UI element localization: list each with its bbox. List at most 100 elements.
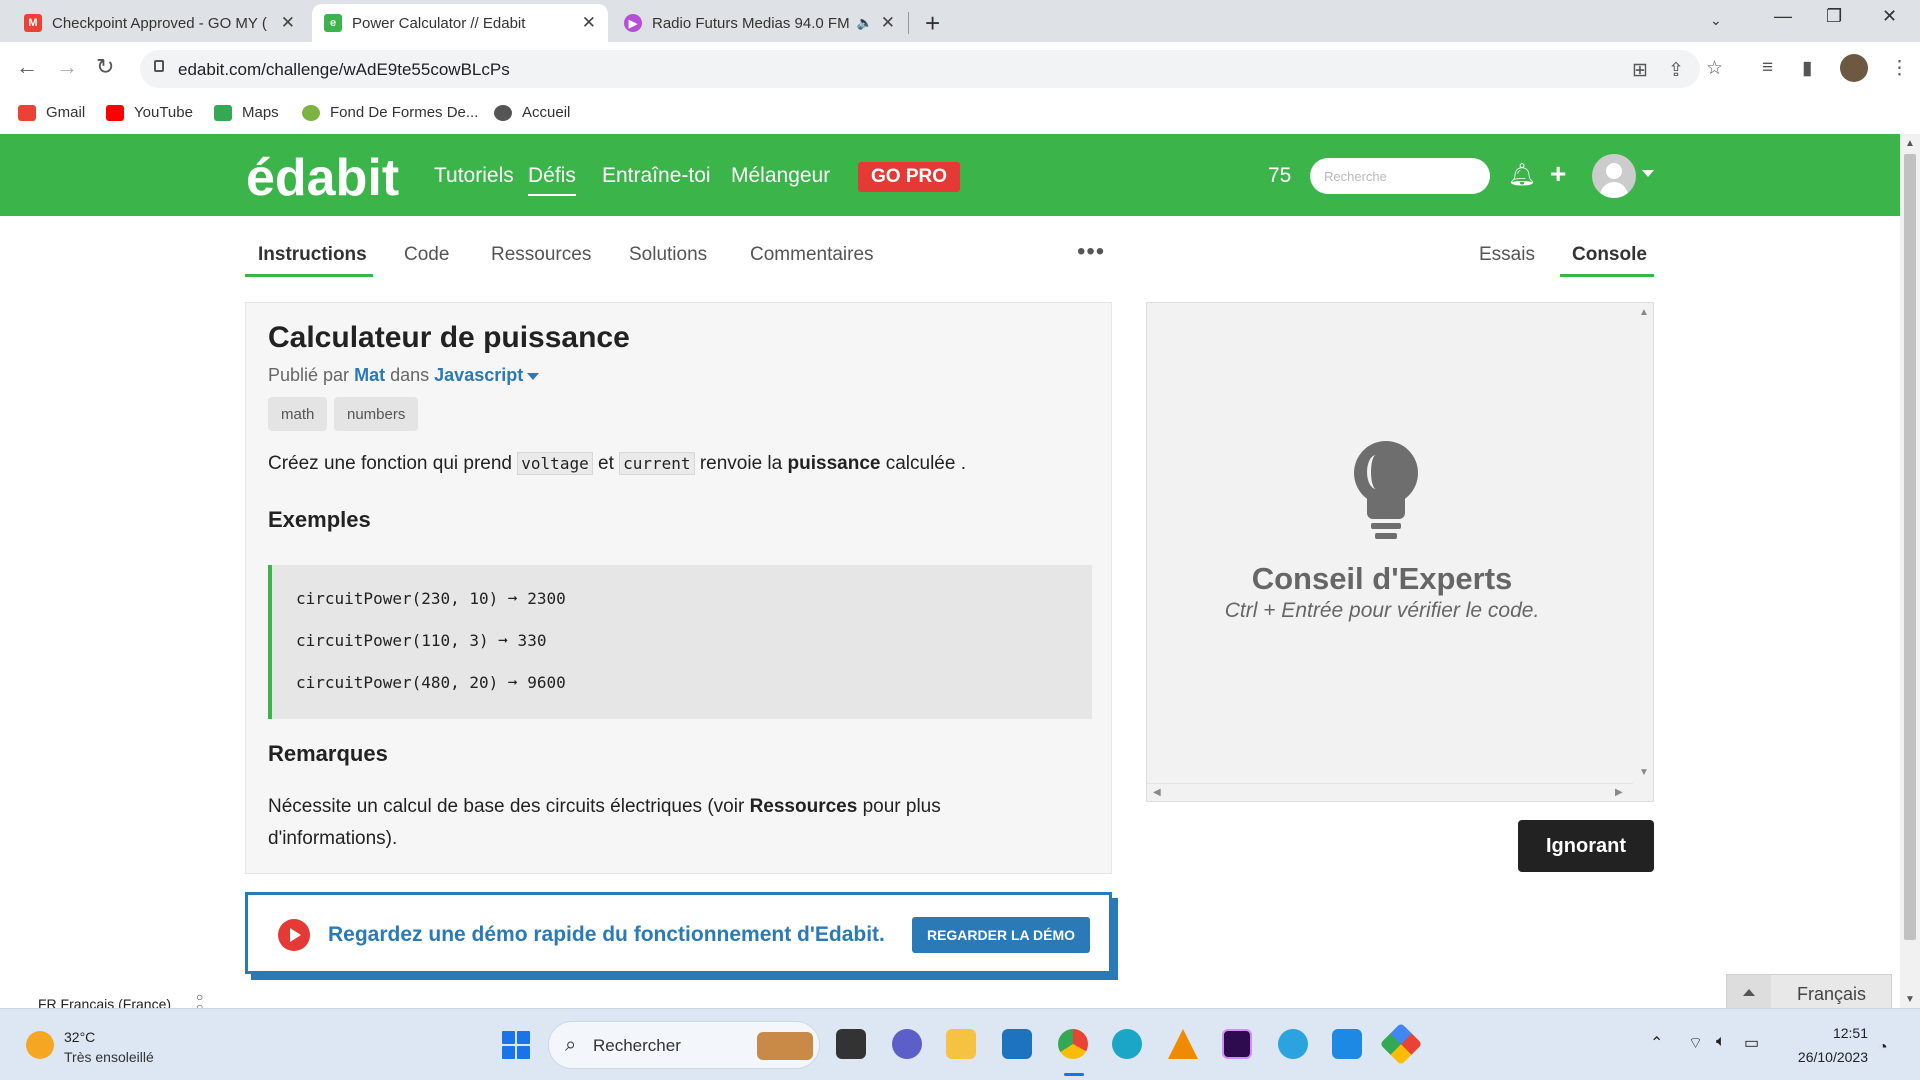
close-icon[interactable]: ✕	[881, 13, 895, 33]
tab-solutions[interactable]: Solutions	[629, 244, 707, 266]
bell-icon[interactable]: 🔔︎	[1508, 162, 1536, 188]
more-options-icon[interactable]: •••	[1077, 238, 1105, 266]
ime-grip-icon[interactable]: ○ ○	[196, 991, 203, 1008]
resources-link[interactable]: Ressources	[750, 796, 858, 817]
tag-math[interactable]: math	[268, 397, 328, 431]
language-dropdown[interactable]: Javascript	[434, 365, 523, 385]
gemini-icon[interactable]	[1379, 1022, 1423, 1066]
tab-console[interactable]: Console	[1572, 244, 1647, 266]
language-select[interactable]: Français	[1726, 974, 1892, 1008]
bookmark-maps[interactable]: Maps	[214, 104, 279, 121]
browser-tab-radio[interactable]: ▶ Radio Futurs Medias 94.0 FM 🔈 ✕	[612, 4, 907, 42]
new-tab-icon[interactable]: +	[925, 8, 940, 39]
tab-commentaires[interactable]: Commentaires	[750, 244, 874, 266]
chevron-down-icon[interactable]	[527, 372, 540, 380]
nav-melangeur[interactable]: Mélangeur	[731, 164, 830, 188]
browser-tab-gmail[interactable]: M Checkpoint Approved - GO MY ( ✕	[12, 4, 307, 42]
page-scrollbar[interactable]: ▲ ▼	[1900, 134, 1920, 1008]
tab-ressources[interactable]: Ressources	[491, 244, 591, 266]
task-view-icon[interactable]	[836, 1029, 866, 1059]
tab-title: Checkpoint Approved - GO MY (	[52, 14, 267, 32]
scrollbar-thumb[interactable]	[1904, 154, 1916, 940]
vscode-icon[interactable]	[1332, 1029, 1362, 1059]
bookmark-fond[interactable]: Fond De Formes De...	[302, 104, 478, 121]
scroll-up-icon[interactable]: ▲	[1639, 307, 1649, 318]
sun-icon[interactable]	[26, 1031, 54, 1059]
close-icon[interactable]: ✕	[281, 13, 295, 33]
teams-icon[interactable]	[892, 1029, 922, 1059]
window-close-icon[interactable]: ✕	[1882, 6, 1897, 27]
reload-icon[interactable]: ↻	[96, 54, 114, 80]
battery-icon[interactable]: ▭	[1744, 1033, 1759, 1053]
browser-tab-edabit[interactable]: e Power Calculator // Edabit ✕	[312, 4, 608, 42]
tag-numbers[interactable]: numbers	[334, 397, 419, 431]
ignore-button[interactable]: Ignorant	[1518, 820, 1654, 872]
go-pro-button[interactable]: GO PRO	[858, 162, 960, 192]
edabit-logo[interactable]: édabit	[246, 148, 399, 208]
bookmark-label: YouTube	[134, 104, 193, 121]
nav-entraine-toi[interactable]: Entraîne-toi	[602, 164, 711, 188]
nav-tutoriels[interactable]: Tutoriels	[434, 164, 514, 188]
premiere-icon[interactable]	[1222, 1029, 1252, 1059]
file-explorer-icon[interactable]	[946, 1029, 976, 1059]
page-viewport: édabit Tutoriels Défis Entraîne-toi Méla…	[0, 134, 1900, 1008]
weather-desc[interactable]: Très ensoleillé	[64, 1049, 154, 1065]
tab-code[interactable]: Code	[404, 244, 449, 266]
clock-date[interactable]: 26/10/2023	[1776, 1049, 1868, 1065]
chevron-up-icon[interactable]	[1727, 975, 1771, 1008]
tab-essais[interactable]: Essais	[1479, 244, 1535, 266]
forward-icon[interactable]: →	[56, 54, 78, 80]
scroll-down-icon[interactable]: ▼	[1639, 767, 1649, 778]
minimize-icon[interactable]: —	[1774, 6, 1792, 27]
nav-defis[interactable]: Défis	[528, 164, 576, 196]
menu-icon[interactable]: ⋮	[1890, 57, 1909, 80]
speaker-icon[interactable]: 🔈	[857, 15, 873, 31]
watch-demo-button[interactable]: REGARDER LA DÉMO	[912, 917, 1090, 953]
store-icon[interactable]	[1002, 1029, 1032, 1059]
chevron-down-icon[interactable]	[1642, 170, 1654, 177]
edge-icon[interactable]	[1112, 1029, 1142, 1059]
tab-search-icon[interactable]: ⌄	[1710, 12, 1722, 29]
scroll-left-icon[interactable]: ◀	[1153, 787, 1161, 798]
bookmark-youtube[interactable]: YouTube	[106, 104, 193, 121]
profile-avatar[interactable]	[1840, 54, 1868, 82]
play-icon[interactable]	[278, 919, 310, 951]
close-icon[interactable]: ✕	[582, 13, 596, 33]
author-link[interactable]: Mat	[354, 365, 385, 385]
chrome-icon[interactable]	[1058, 1029, 1088, 1059]
desc-bold: puissance	[787, 453, 881, 474]
examples-heading: Exemples	[268, 507, 371, 532]
vlc-icon[interactable]	[1168, 1029, 1198, 1059]
star-icon[interactable]: ☆	[1706, 57, 1723, 80]
console-vertical-scrollbar[interactable]: ▲ ▼	[1633, 303, 1653, 783]
clock-time[interactable]: 12:51	[1788, 1025, 1868, 1041]
weather-temp[interactable]: 32°C	[64, 1029, 95, 1045]
tray-chevron-icon[interactable]: ⌃	[1650, 1033, 1663, 1053]
bookmark-label: Accueil	[522, 104, 571, 121]
share-icon[interactable]: ⇪	[1668, 59, 1684, 82]
wifi-icon[interactable]: ⌔	[1688, 1033, 1703, 1053]
tab-instructions[interactable]: Instructions	[258, 244, 367, 266]
notification-icon[interactable]: ◔	[1878, 1039, 1888, 1057]
windows-start-icon[interactable]	[502, 1031, 530, 1059]
input-method-label[interactable]: FR Français (France)	[38, 996, 171, 1008]
bookmark-accueil[interactable]: Accueil	[494, 104, 570, 121]
taskbar-search[interactable]: ⌕ Rechercher	[548, 1021, 820, 1069]
scroll-right-icon[interactable]: ▶	[1615, 787, 1623, 798]
console-panel: Conseil d'Experts Ctrl + Entrée pour vér…	[1146, 302, 1654, 802]
back-icon[interactable]: ←	[16, 54, 38, 80]
volume-icon[interactable]: 🔈︎	[1716, 1033, 1726, 1051]
plus-icon[interactable]: +	[1550, 158, 1566, 190]
bookmark-gmail[interactable]: Gmail	[18, 104, 85, 121]
media-icon[interactable]: ≡	[1762, 57, 1773, 79]
user-avatar[interactable]	[1592, 154, 1636, 198]
scroll-down-icon[interactable]: ▼	[1905, 994, 1915, 1005]
scroll-up-icon[interactable]: ▲	[1905, 138, 1915, 149]
side-panel-icon[interactable]: ▮	[1802, 57, 1812, 80]
telegram-icon[interactable]	[1278, 1029, 1308, 1059]
restore-icon[interactable]: ❐	[1826, 6, 1842, 27]
console-horizontal-scrollbar[interactable]: ◀ ▶	[1147, 783, 1633, 801]
translate-icon[interactable]: ⊞	[1632, 59, 1648, 82]
address-bar[interactable]: edabit.com/challenge/wAdE9te55cowBLcPs ⊞…	[140, 50, 1723, 88]
search-input[interactable]	[1310, 158, 1490, 194]
